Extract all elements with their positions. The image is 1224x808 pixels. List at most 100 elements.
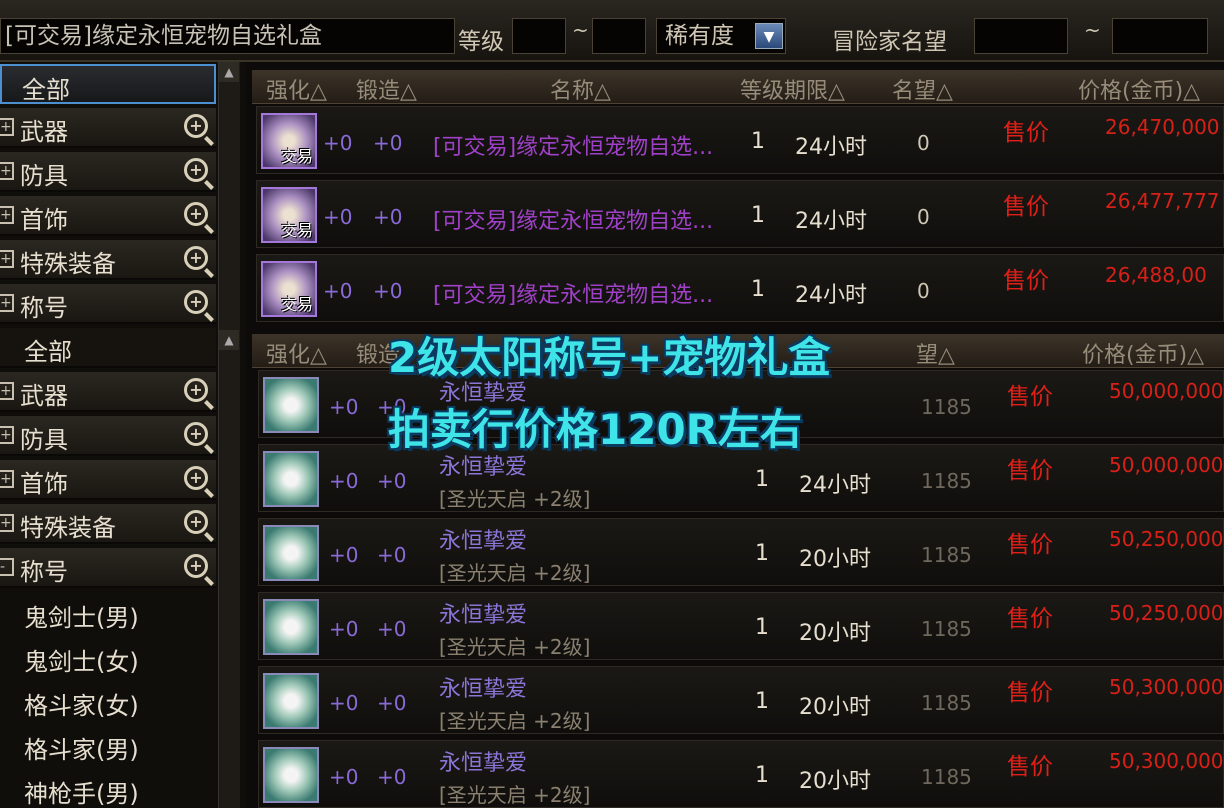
item-period: 24小时 bbox=[795, 283, 867, 308]
pet-title-item-icon[interactable] bbox=[263, 377, 319, 433]
magnifier-plus-icon[interactable]: + bbox=[184, 290, 208, 314]
item-gift-box-icon[interactable]: 交易 bbox=[261, 187, 317, 243]
expand-plus-icon[interactable]: + bbox=[0, 294, 14, 312]
table-row[interactable]: 交易 +0 +0 [可交易]缘定永恒宠物自选... 1 24小时 0 售价 26… bbox=[256, 106, 1224, 174]
item-fame: 1185 bbox=[921, 765, 972, 789]
overlay-caption-line1: 2级太阳称号+宠物礼盒 bbox=[388, 333, 831, 382]
magnifier-plus-icon[interactable]: + bbox=[184, 378, 208, 402]
pet-title-item-icon[interactable] bbox=[263, 451, 319, 507]
item-subname: [圣光天启 +2级] bbox=[439, 783, 591, 807]
magnifier-plus-icon[interactable]: + bbox=[184, 114, 208, 138]
col-name[interactable]: 名称△ bbox=[550, 73, 611, 105]
pet-title-item-icon[interactable] bbox=[263, 525, 319, 581]
pet-title-item-icon[interactable] bbox=[263, 673, 319, 729]
enhance-value: +0 bbox=[329, 469, 359, 493]
pet-title-item-icon[interactable] bbox=[263, 599, 319, 655]
expand-plus-icon[interactable]: + bbox=[0, 426, 14, 444]
category-label: 特殊装备 bbox=[20, 514, 116, 542]
category-all-bottom[interactable]: 全部 bbox=[0, 328, 216, 368]
table-row[interactable]: 交易 +0 +0 [可交易]缘定永恒宠物自选... 1 24小时 0 售价 26… bbox=[256, 180, 1224, 248]
fame-range-tilde: ~ bbox=[1084, 18, 1101, 42]
fame-max-input[interactable] bbox=[1112, 18, 1208, 54]
title-subitem[interactable]: 鬼剑士(男) bbox=[24, 598, 139, 633]
expand-plus-icon[interactable]: + bbox=[0, 206, 14, 224]
expand-plus-icon[interactable]: + bbox=[0, 250, 14, 268]
title-subitem[interactable]: 格斗家(女) bbox=[24, 686, 139, 721]
fame-label: 冒险家名望 bbox=[832, 29, 947, 55]
level-label: 等级 bbox=[458, 29, 504, 55]
table-row[interactable]: +0 +0 永恒挚爱 [圣光天启 +2级] 1 20小时 1185 售价 50,… bbox=[258, 666, 1224, 734]
sidebar-scrollbar-top[interactable]: ▲ bbox=[218, 62, 240, 330]
col-enhance[interactable]: 强化△ bbox=[266, 73, 327, 105]
item-gift-box-icon[interactable]: 交易 bbox=[261, 261, 317, 317]
category-armor[interactable]: + 防具 + bbox=[0, 152, 216, 192]
pet-title-item-icon[interactable] bbox=[263, 747, 319, 803]
table-row[interactable]: 交易 +0 +0 [可交易]缘定永恒宠物自选... 1 24小时 0 售价 26… bbox=[256, 254, 1224, 561]
title-subitem[interactable]: 神枪手(男) bbox=[24, 774, 139, 808]
category-armor-2[interactable]: + 防具 + bbox=[0, 416, 216, 456]
category-label: 武器 bbox=[20, 382, 68, 410]
level-min-input[interactable] bbox=[512, 18, 566, 54]
category-accessory[interactable]: + 首饰 + bbox=[0, 196, 216, 236]
category-all-top[interactable]: 全部 bbox=[0, 64, 216, 104]
table-row[interactable]: +0 +0 永恒挚爱 [圣光天启 +2级] 1 20小时 1185 售价 50,… bbox=[258, 740, 1224, 808]
forge-value: +0 bbox=[377, 691, 407, 715]
col-forge[interactable]: 锻造△ bbox=[356, 73, 417, 105]
col-fame[interactable]: 名望△ bbox=[892, 73, 953, 105]
category-weapon-2[interactable]: + 武器 + bbox=[0, 372, 216, 412]
search-input[interactable]: [可交易]缘定永恒宠物自选礼盒 bbox=[0, 18, 455, 54]
table-row[interactable]: +0 +0 永恒挚爱 [圣光天启 +2级] 1 20小时 1185 售价 50,… bbox=[258, 518, 1224, 586]
magnifier-plus-icon[interactable]: + bbox=[184, 554, 208, 578]
scroll-up-icon[interactable]: ▲ bbox=[219, 62, 239, 82]
sell-label: 售价 bbox=[1007, 754, 1053, 780]
expand-plus-icon[interactable]: + bbox=[0, 470, 14, 488]
category-label: 防具 bbox=[20, 426, 68, 454]
dropdown-arrow-icon[interactable]: ▼ bbox=[755, 23, 783, 49]
item-fame: 0 bbox=[917, 279, 930, 303]
item-period: 24小时 bbox=[795, 135, 867, 160]
item-fame: 1185 bbox=[921, 543, 972, 567]
category-special-equipment[interactable]: + 特殊装备 + bbox=[0, 240, 216, 280]
fame-min-input[interactable] bbox=[974, 18, 1068, 54]
category-label: 防具 bbox=[20, 162, 68, 190]
item-period: 20小时 bbox=[799, 695, 871, 720]
overlay-caption-line2: 拍卖行价格120R左右 bbox=[388, 405, 803, 454]
col-fame[interactable]: 望△ bbox=[916, 337, 955, 369]
category-label: 称号 bbox=[20, 294, 68, 322]
magnifier-plus-icon[interactable]: + bbox=[184, 466, 208, 490]
title-subitem[interactable]: 格斗家(男) bbox=[24, 730, 139, 765]
level-max-input[interactable] bbox=[592, 18, 646, 54]
item-price: 50,000,000 bbox=[1109, 379, 1224, 403]
table-row[interactable]: +0 +0 永恒挚爱 [圣光天启 +2级] 1 20小时 1185 售价 50,… bbox=[258, 592, 1224, 660]
item-gift-box-icon[interactable]: 交易 bbox=[261, 113, 317, 169]
forge-value: +0 bbox=[373, 279, 403, 303]
item-level: 1 bbox=[755, 541, 769, 566]
expand-plus-icon[interactable]: + bbox=[0, 118, 14, 136]
magnifier-plus-icon[interactable]: + bbox=[184, 202, 208, 226]
magnifier-plus-icon[interactable]: + bbox=[184, 246, 208, 270]
title-subitem[interactable]: 鬼剑士(女) bbox=[24, 642, 139, 677]
col-price[interactable]: 价格(金币)△ bbox=[1082, 337, 1204, 369]
magnifier-plus-icon[interactable]: + bbox=[184, 422, 208, 446]
category-special-equipment-2[interactable]: + 特殊装备 + bbox=[0, 504, 216, 544]
col-enhance[interactable]: 强化△ bbox=[266, 337, 327, 369]
category-accessory-2[interactable]: + 首饰 + bbox=[0, 460, 216, 500]
rarity-select[interactable]: 稀有度 ▼ bbox=[656, 18, 786, 54]
item-price: 50,300,000 bbox=[1109, 749, 1224, 773]
expand-plus-icon[interactable]: + bbox=[0, 162, 14, 180]
category-title-2[interactable]: - 称号 + bbox=[0, 548, 216, 588]
expand-plus-icon[interactable]: + bbox=[0, 514, 14, 532]
item-subname: [圣光天启 +2级] bbox=[439, 709, 591, 733]
col-price[interactable]: 价格(金币)△ bbox=[1078, 73, 1200, 105]
magnifier-plus-icon[interactable]: + bbox=[184, 510, 208, 534]
category-title[interactable]: + 称号 + bbox=[0, 284, 216, 324]
magnifier-plus-icon[interactable]: + bbox=[184, 158, 208, 182]
category-weapon[interactable]: + 武器 + bbox=[0, 108, 216, 148]
category-label: 特殊装备 bbox=[20, 250, 116, 278]
collapse-minus-icon[interactable]: - bbox=[0, 558, 14, 576]
sidebar-scrollbar-bottom[interactable]: ▲ bbox=[218, 330, 240, 808]
expand-plus-icon[interactable]: + bbox=[0, 382, 14, 400]
col-level-limit[interactable]: 等级期限△ bbox=[740, 73, 845, 105]
scroll-up-icon[interactable]: ▲ bbox=[219, 330, 239, 350]
enhance-value: +0 bbox=[329, 765, 359, 789]
